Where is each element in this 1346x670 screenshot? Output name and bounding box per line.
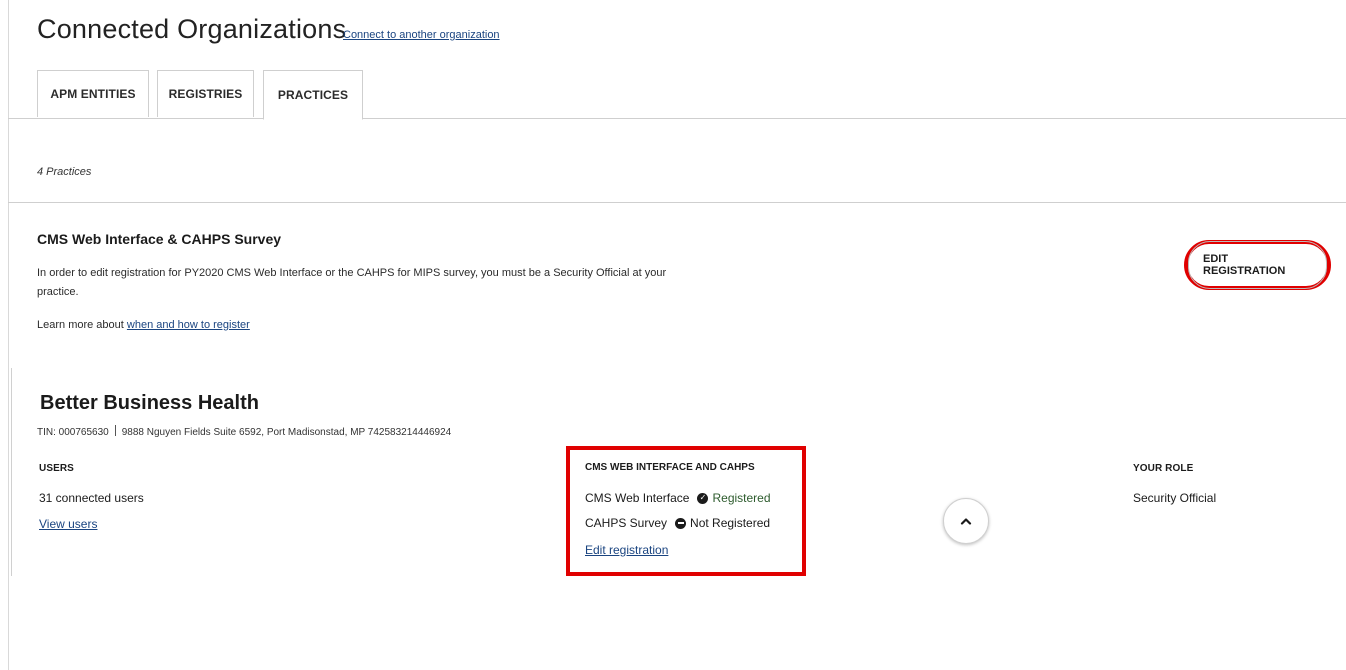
chevron-up-icon [960,518,972,525]
practice-address: 9888 Nguyen Fields Suite 6592, Port Madi… [121,427,452,438]
cms-section-description: In order to edit registration for PY2020… [37,267,667,298]
cms-header: CMS WEB INTERFACE AND CAHPS [585,462,755,473]
view-users-link[interactable]: View users [39,517,97,531]
cms-web-interface-label: CMS Web Interface [585,491,690,505]
cahps-status: Not Registered [675,516,770,530]
minus-circle-icon [675,517,687,529]
section-divider [8,202,1346,203]
users-count: 31 connected users [39,491,144,505]
meta-separator [114,425,116,436]
tab-registries[interactable]: REGISTRIES [157,70,254,117]
collapse-button[interactable] [943,498,989,544]
edit-registration-button[interactable]: EDIT REGISTRATION [1184,240,1331,290]
cms-web-status-text: Registered [712,491,771,505]
learn-more-text: Learn more about when and how to registe… [37,319,250,331]
connect-organization-link[interactable]: Connect to another organization [343,29,500,41]
practice-tin: TIN: 000765630 [37,427,109,438]
tab-apm-entities[interactable]: APM ENTITIES [37,70,149,117]
users-header: USERS [39,463,74,474]
cahps-status-text: Not Registered [690,516,771,530]
practice-name: Better Business Health [40,392,259,414]
when-how-to-register-link[interactable]: when and how to register [127,319,250,331]
page-title: Connected Organizations [37,14,347,44]
cahps-survey-row: CAHPS Survey Not Registered [585,516,770,530]
edit-registration-link[interactable]: Edit registration [585,543,668,557]
cahps-survey-label: CAHPS Survey [585,516,668,530]
cms-section-title: CMS Web Interface & CAHPS Survey [37,231,282,247]
left-border [8,0,9,670]
practices-count: 4 Practices [37,166,92,178]
practice-card-border [11,368,12,576]
cms-web-status: ✓ Registered [697,491,771,505]
cms-web-interface-row: CMS Web Interface ✓ Registered [585,491,771,505]
check-circle-icon: ✓ [697,492,709,504]
tab-practices[interactable]: PRACTICES [263,70,363,120]
practice-meta: TIN: 000765630 9888 Nguyen Fields Suite 6… [37,425,451,438]
learn-more-prefix: Learn more about [37,319,124,331]
your-role-header: YOUR ROLE [1133,463,1194,474]
your-role-value: Security Official [1133,491,1217,505]
edit-registration-label: EDIT REGISTRATION [1188,241,1327,289]
tabs-divider [8,118,1346,119]
